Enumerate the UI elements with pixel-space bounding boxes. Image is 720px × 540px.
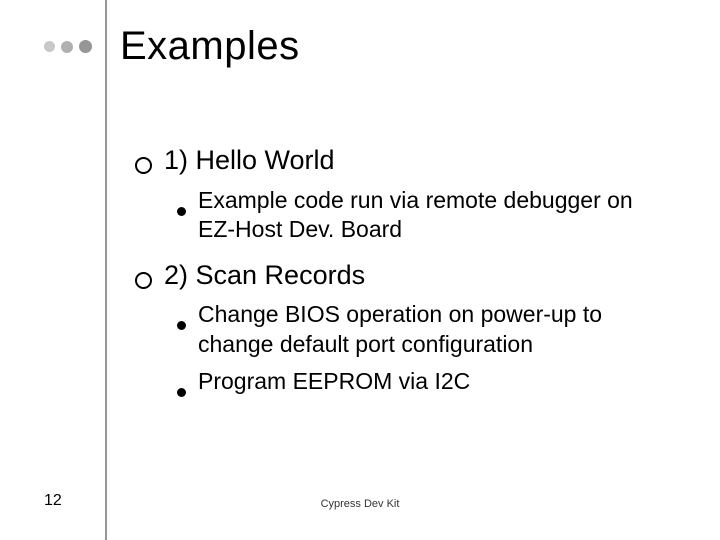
list-item: 1) Hello World Example code run via remo… — [135, 144, 675, 245]
deco-dot-icon — [61, 41, 73, 53]
list-item: Change BIOS operation on power-up to cha… — [177, 300, 675, 359]
footer-text: Cypress Dev Kit — [0, 498, 720, 510]
vertical-rule — [105, 0, 107, 540]
dot-bullet-icon — [177, 388, 186, 397]
open-circle-bullet-icon — [135, 272, 152, 289]
list-item-label: 1) Hello World — [164, 144, 335, 178]
list-item-label: 2) Scan Records — [164, 259, 365, 293]
list-item: Program EEPROM via I2C — [177, 367, 675, 396]
dot-bullet-icon — [177, 207, 186, 216]
dot-bullet-icon — [177, 321, 186, 330]
slide-title: Examples — [120, 24, 300, 69]
slide-body: 1) Hello World Example code run via remo… — [135, 130, 675, 405]
list-item: 2) Scan Records Change BIOS operation on… — [135, 259, 675, 397]
list-item: Example code run via remote debugger on … — [177, 186, 675, 245]
deco-dot-icon — [79, 40, 92, 53]
list-item-label: Example code run via remote debugger on … — [198, 186, 675, 245]
deco-dot-icon — [44, 41, 55, 52]
list-item-label: Program EEPROM via I2C — [198, 367, 470, 396]
open-circle-bullet-icon — [135, 157, 152, 174]
header-decoration — [44, 40, 97, 53]
slide: Examples 1) Hello World Example code run… — [0, 0, 720, 540]
list-item-label: Change BIOS operation on power-up to cha… — [198, 300, 675, 359]
